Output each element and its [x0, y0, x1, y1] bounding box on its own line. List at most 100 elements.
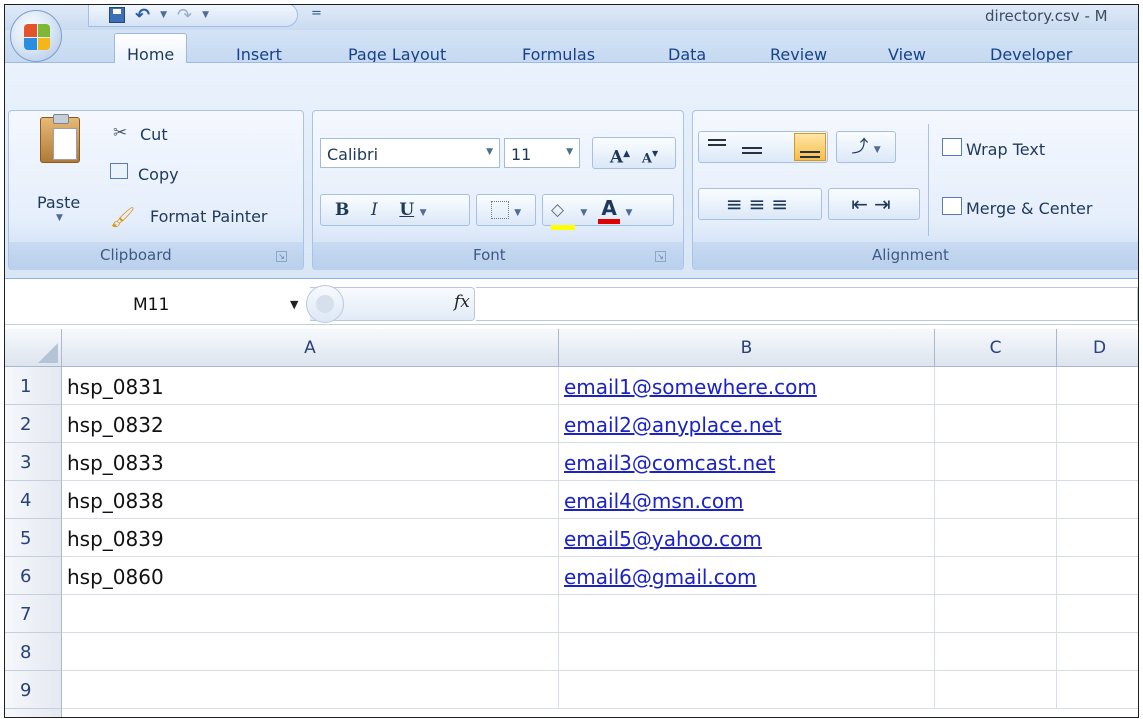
underline-dropdown-icon[interactable]: ▼: [420, 208, 427, 218]
cell-b1[interactable]: email1@somewhere.com: [559, 367, 935, 405]
insert-function-button[interactable]: fx: [454, 292, 470, 312]
orientation-button[interactable]: ⤴ ▼: [836, 131, 896, 163]
row-header[interactable]: 2: [5, 405, 62, 443]
cell-c4[interactable]: [935, 481, 1057, 519]
row-header[interactable]: 6: [5, 557, 62, 595]
align-center-icon[interactable]: ≡: [749, 192, 772, 216]
italic-button[interactable]: I: [371, 200, 378, 220]
row-header[interactable]: 7: [5, 595, 62, 633]
cell-c6[interactable]: [935, 557, 1057, 595]
align-right-icon[interactable]: ≡: [771, 192, 794, 216]
column-header-b[interactable]: B: [559, 329, 935, 367]
cell-a7[interactable]: [62, 595, 559, 633]
cell-d4[interactable]: [1057, 481, 1138, 519]
fill-color-icon[interactable]: ◇: [551, 195, 575, 230]
cell-a4[interactable]: hsp_0838: [62, 481, 559, 519]
undo-dropdown-icon[interactable]: ▼: [160, 10, 167, 20]
font-color-button[interactable]: A: [598, 197, 621, 224]
orientation-dropdown-icon[interactable]: ▼: [874, 145, 881, 155]
cell-b5[interactable]: email5@yahoo.com: [559, 519, 935, 557]
top-align-icon[interactable]: [708, 139, 726, 141]
grow-font-button[interactable]: A: [610, 148, 623, 168]
cell-a3[interactable]: hsp_0833: [62, 443, 559, 481]
cell-b4[interactable]: email4@msn.com: [559, 481, 935, 519]
bold-button[interactable]: B: [335, 200, 349, 220]
cell-d6[interactable]: [1057, 557, 1138, 595]
increase-indent-icon[interactable]: ⇥: [874, 192, 897, 216]
cell-b3[interactable]: email3@comcast.net: [559, 443, 935, 481]
cell-c1[interactable]: [935, 367, 1057, 405]
name-box-dropdown-icon[interactable]: ▼: [290, 298, 298, 311]
redo-icon[interactable]: ↷: [177, 5, 192, 26]
paste-icon[interactable]: [40, 114, 80, 163]
cell-d3[interactable]: [1057, 443, 1138, 481]
middle-align-icon[interactable]: [742, 147, 762, 149]
cell-a1[interactable]: hsp_0831: [62, 367, 559, 405]
cell-b8[interactable]: [559, 633, 935, 671]
name-box[interactable]: M11 ▼: [5, 286, 300, 320]
shrink-font-button[interactable]: A: [642, 152, 652, 167]
font-size-dropdown-icon[interactable]: ▼: [566, 147, 573, 157]
cell-c8[interactable]: [935, 633, 1057, 671]
paste-dropdown-icon[interactable]: ▼: [56, 213, 63, 223]
format-painter-button[interactable]: Format Painter: [150, 207, 267, 226]
redo-dropdown-icon[interactable]: ▼: [202, 10, 209, 20]
cell-a8[interactable]: [62, 633, 559, 671]
cell-a5[interactable]: hsp_0839: [62, 519, 559, 557]
save-icon[interactable]: [109, 7, 125, 23]
underline-button[interactable]: U: [399, 200, 414, 220]
font-size-box[interactable]: 11 ▼: [504, 138, 580, 168]
cell-d5[interactable]: [1057, 519, 1138, 557]
cell-b6[interactable]: email6@gmail.com: [559, 557, 935, 595]
cell-d2[interactable]: [1057, 405, 1138, 443]
row-header[interactable]: 5: [5, 519, 62, 557]
office-button[interactable]: [10, 10, 62, 62]
undo-icon[interactable]: ↶: [135, 5, 150, 26]
font-name-box[interactable]: Calibri ▼: [320, 138, 500, 168]
formula-input[interactable]: [476, 287, 1138, 321]
select-all-button[interactable]: [5, 329, 62, 367]
clipboard-launcher-icon[interactable]: ↘: [276, 251, 287, 262]
cell-d7[interactable]: [1057, 595, 1138, 633]
cell-c2[interactable]: [935, 405, 1057, 443]
cell-a6[interactable]: hsp_0860: [62, 557, 559, 595]
font-name-dropdown-icon[interactable]: ▼: [486, 147, 493, 157]
cell-a9[interactable]: [62, 671, 559, 709]
borders-dropdown-icon[interactable]: ▼: [514, 208, 521, 218]
copy-button[interactable]: Copy: [138, 165, 179, 184]
cell-c9[interactable]: [935, 671, 1057, 709]
decrease-indent-icon[interactable]: ⇤: [851, 192, 874, 216]
column-header-a[interactable]: A: [62, 329, 559, 367]
merge-center-button[interactable]: Merge & Center: [966, 199, 1092, 218]
cell-a2[interactable]: hsp_0832: [62, 405, 559, 443]
column-header-d[interactable]: D: [1057, 329, 1138, 367]
cell-d8[interactable]: [1057, 633, 1138, 671]
font-launcher-icon[interactable]: ↘: [655, 251, 666, 262]
paste-button[interactable]: Paste: [37, 193, 80, 212]
row-header[interactable]: 9: [5, 671, 62, 709]
customize-toolbar-button[interactable]: =: [311, 6, 322, 21]
row-header[interactable]: 4: [5, 481, 62, 519]
cell-c3[interactable]: [935, 443, 1057, 481]
fill-color-dropdown-icon[interactable]: ▼: [580, 208, 587, 218]
wrap-text-button[interactable]: Wrap Text: [966, 140, 1045, 159]
cell-b2[interactable]: email2@anyplace.net: [559, 405, 935, 443]
tab-home[interactable]: Home: [114, 33, 188, 64]
horizontal-align-buttons[interactable]: ≡≡≡: [698, 188, 822, 220]
row-header[interactable]: 3: [5, 443, 62, 481]
cell-d1[interactable]: [1057, 367, 1138, 405]
row-header[interactable]: 8: [5, 633, 62, 671]
cell-b9[interactable]: [559, 671, 935, 709]
formula-bar-resize-knob[interactable]: [306, 285, 344, 323]
font-color-dropdown-icon[interactable]: ▼: [626, 208, 633, 218]
cell-d9[interactable]: [1057, 671, 1138, 709]
cell-b7[interactable]: [559, 595, 935, 633]
column-header-c[interactable]: C: [935, 329, 1057, 367]
cut-button[interactable]: Cut: [140, 125, 168, 144]
cell-c7[interactable]: [935, 595, 1057, 633]
cell-c5[interactable]: [935, 519, 1057, 557]
grow-shrink-font-buttons[interactable]: A▲ A▼: [592, 137, 676, 169]
row-header[interactable]: 1: [5, 367, 62, 405]
align-left-icon[interactable]: ≡: [726, 192, 749, 216]
borders-button[interactable]: ▼: [476, 194, 536, 226]
